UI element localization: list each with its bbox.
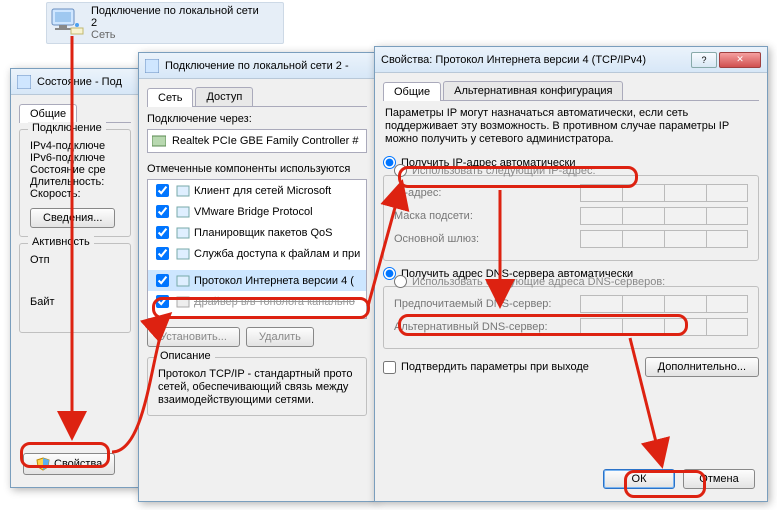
nic-icon xyxy=(152,134,166,148)
network-icon xyxy=(17,75,31,89)
shortcut-label: Подключение по локальной сети 2 Сеть xyxy=(91,5,259,41)
gateway-field xyxy=(580,230,748,248)
list-item[interactable]: Планировщик пакетов QoS xyxy=(148,222,366,243)
ipv4-properties-window: Свойства: Протокол Интернета версии 4 (T… xyxy=(374,46,768,502)
description-group: Описание Протокол TCP/IP - стандартный п… xyxy=(147,357,367,416)
protocol-icon xyxy=(176,205,190,219)
tab-general[interactable]: Общие xyxy=(383,82,441,101)
radio-manual-dns[interactable]: Использовать следующие адреса DNS-сервер… xyxy=(394,275,748,288)
highlight-ok xyxy=(624,470,706,498)
fileshare-icon xyxy=(176,247,190,261)
tab-network[interactable]: Сеть xyxy=(147,88,193,107)
install-button[interactable]: Установить... xyxy=(147,327,240,347)
status-title: Состояние - Под xyxy=(37,76,133,88)
list-item[interactable]: VMware Bridge Protocol xyxy=(148,201,366,222)
ip-address-label: IP-адрес: xyxy=(394,187,580,199)
components-label: Отмеченные компоненты используются xyxy=(147,163,367,175)
highlight-auto-dns xyxy=(398,314,688,336)
list-item[interactable]: Служба доступа к файлам и при xyxy=(148,243,366,264)
subnet-mask-label: Маска подсети: xyxy=(394,210,580,222)
dns1-field xyxy=(580,295,748,313)
remove-button[interactable]: Удалить xyxy=(246,327,314,347)
client-icon xyxy=(176,184,190,198)
dns1-label: Предпочитаемый DNS-сервер: xyxy=(394,298,580,310)
close-button[interactable]: ✕ xyxy=(719,52,761,68)
ipv4-titlebar[interactable]: Свойства: Протокол Интернета версии 4 (T… xyxy=(375,47,767,73)
connect-via-label: Подключение через: xyxy=(147,113,367,125)
help-button[interactable]: ? xyxy=(691,52,717,68)
qos-icon xyxy=(176,226,190,240)
network-connection-shortcut[interactable]: Подключение по локальной сети 2 Сеть xyxy=(46,2,284,44)
tab-general[interactable]: Общие xyxy=(19,104,77,123)
activity-group: Активность Отп Байт xyxy=(19,243,131,333)
row-sent: Отп xyxy=(30,254,120,266)
tcpip-icon xyxy=(176,274,190,288)
row-bytes: Байт xyxy=(30,296,120,308)
advanced-button[interactable]: Дополнительно... xyxy=(645,357,759,377)
status-titlebar[interactable]: Состояние - Под xyxy=(11,69,139,95)
connection-properties-window: Подключение по локальной сети 2 - Сеть Д… xyxy=(138,52,376,502)
row-duration: Длительность: xyxy=(30,176,120,188)
ipv4-tabs: Общие Альтернативная конфигурация xyxy=(383,81,759,101)
tab-alt-config[interactable]: Альтернативная конфигурация xyxy=(443,81,623,100)
connection-status-window: Состояние - Под Общие Подключение IPv4-п… xyxy=(10,68,140,488)
ipv4-title: Свойства: Протокол Интернета версии 4 (T… xyxy=(381,54,691,66)
highlight-auto-ip xyxy=(398,166,638,188)
details-button[interactable]: Сведения... xyxy=(30,208,115,228)
props-titlebar[interactable]: Подключение по локальной сети 2 - xyxy=(139,53,375,79)
subnet-mask-field xyxy=(580,207,748,225)
props-title: Подключение по локальной сети 2 - xyxy=(165,60,369,72)
network-adapter-icon xyxy=(49,8,85,38)
list-item-ipv4[interactable]: Протокол Интернета версии 4 ( xyxy=(148,270,366,291)
row-media-state: Состояние сре xyxy=(30,164,120,176)
validate-checkbox[interactable]: Подтвердить параметры при выходе xyxy=(383,361,589,374)
highlight-properties xyxy=(20,442,110,468)
row-ipv4: IPv4-подключе xyxy=(30,140,120,152)
description-text: Протокол TCP/IP - стандартный прото сете… xyxy=(158,368,356,407)
highlight-ipv4-item xyxy=(152,297,370,319)
info-blurb: Параметры IP могут назначаться автоматич… xyxy=(385,107,757,146)
network-icon xyxy=(145,59,159,73)
gateway-label: Основной шлюз: xyxy=(394,233,580,245)
adapter-box: Realtek PCIe GBE Family Controller # xyxy=(147,129,367,153)
status-tabs: Общие xyxy=(19,103,131,123)
row-speed: Скорость: xyxy=(30,188,120,200)
row-ipv6: IPv6-подключе xyxy=(30,152,120,164)
list-item[interactable]: Клиент для сетей Microsoft xyxy=(148,180,366,201)
connection-group: Подключение IPv4-подключе IPv6-подключе … xyxy=(19,129,131,237)
props-tabs: Сеть Доступ xyxy=(147,87,367,107)
tab-access[interactable]: Доступ xyxy=(195,87,253,106)
